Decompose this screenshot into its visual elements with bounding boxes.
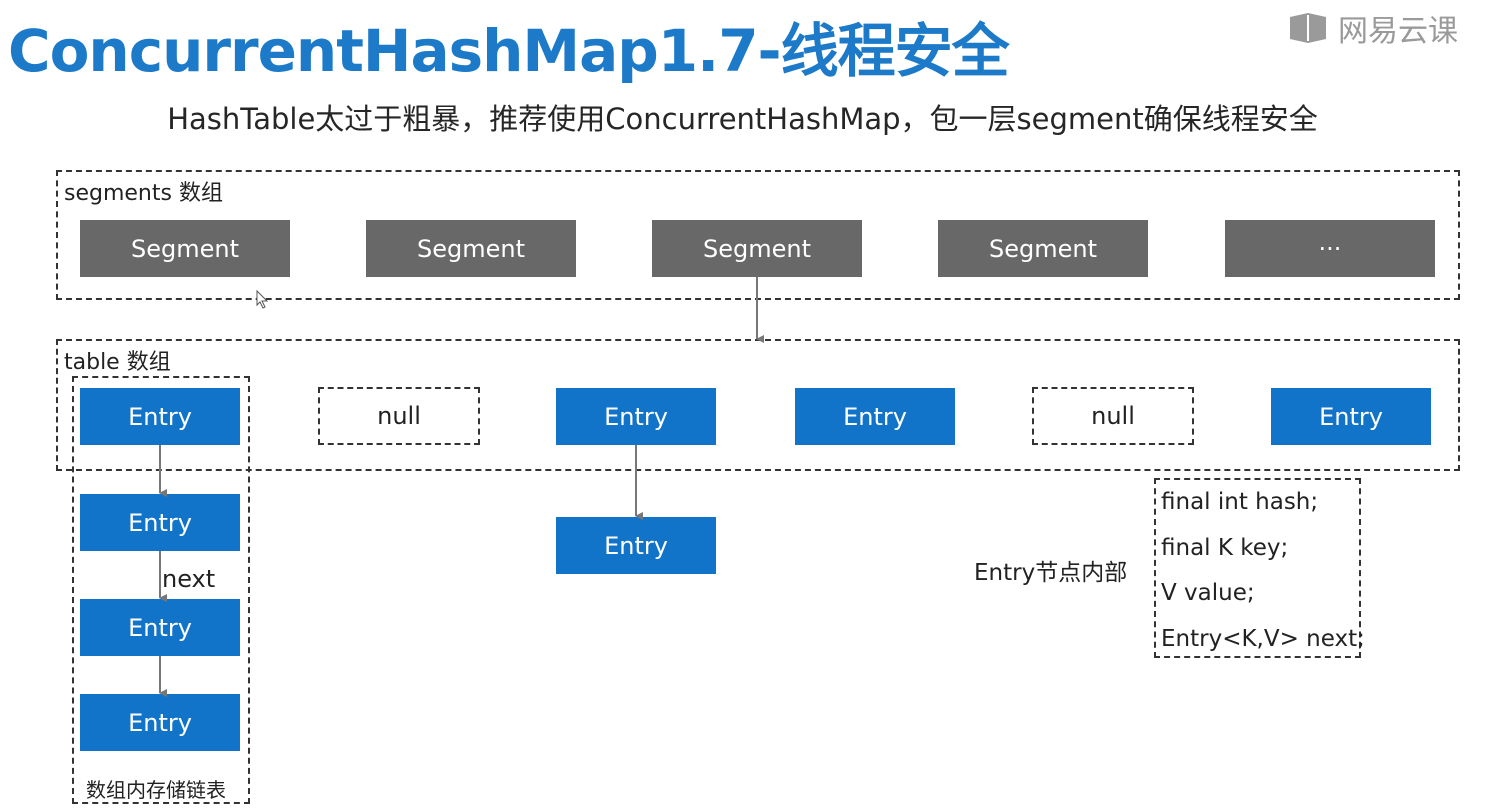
connector-arrows	[159, 277, 764, 697]
mouse-cursor-icon	[256, 289, 269, 309]
